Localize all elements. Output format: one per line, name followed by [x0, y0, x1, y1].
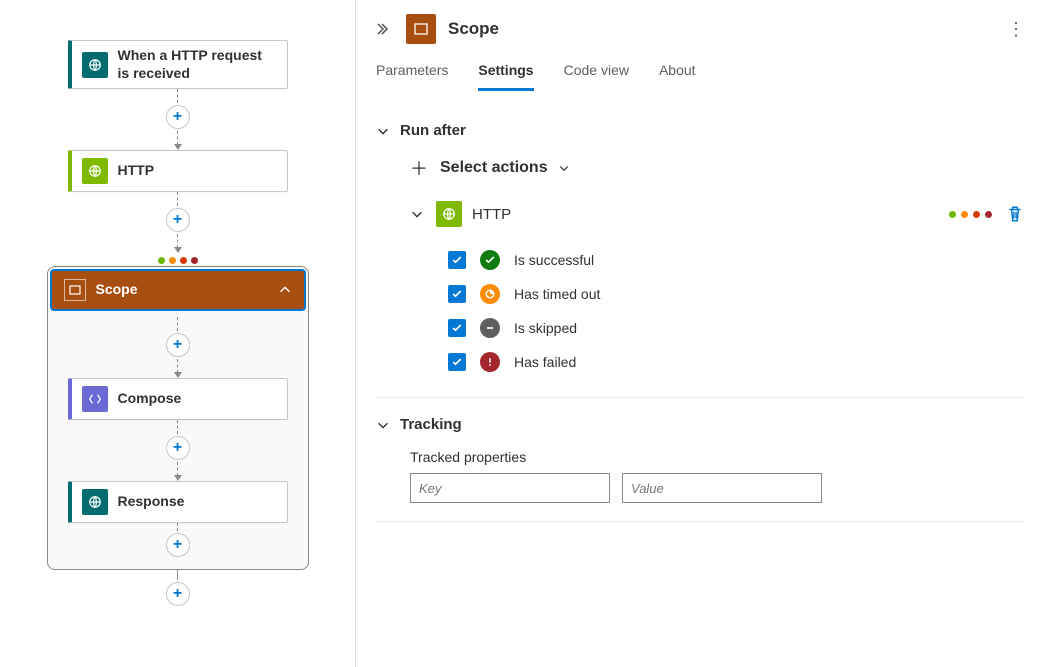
delete-icon[interactable]: [1006, 205, 1024, 223]
checkbox-checked[interactable]: [448, 251, 466, 269]
action-name: HTTP: [472, 206, 511, 223]
node-http-trigger[interactable]: When a HTTP request is received: [68, 40, 288, 89]
cond-label: Is successful: [514, 252, 594, 268]
tracked-value-input[interactable]: [622, 473, 822, 503]
add-step-button[interactable]: +: [166, 533, 190, 557]
node-label: Compose: [118, 390, 182, 408]
runafter-action-http[interactable]: HTTP: [410, 195, 1024, 233]
response-icon: [82, 489, 108, 515]
add-step-button[interactable]: +: [166, 208, 190, 232]
more-menu-icon[interactable]: ⋮: [1007, 19, 1024, 40]
cond-label: Is skipped: [514, 320, 577, 336]
section-title: Run after: [400, 122, 466, 139]
scope-header[interactable]: Scope: [50, 269, 306, 311]
connector: +: [166, 89, 190, 150]
connector: +: [166, 523, 190, 559]
designer-canvas: When a HTTP request is received + HTTP +…: [0, 0, 356, 667]
chevron-down-icon: [376, 418, 390, 432]
add-step-button[interactable]: +: [166, 333, 190, 357]
success-icon: [480, 250, 500, 270]
panel-tabs: Parameters Settings Code view About: [356, 56, 1044, 92]
runafter-dots-icon: [949, 211, 992, 218]
connector: +: [166, 420, 190, 481]
node-compose[interactable]: Compose: [68, 378, 288, 420]
checkbox-checked[interactable]: [448, 319, 466, 337]
section-runafter: Run after ＋ Select actions HTTP: [376, 104, 1024, 398]
checkbox-checked[interactable]: [448, 285, 466, 303]
scope-label: Scope: [96, 281, 138, 299]
section-header-runafter[interactable]: Run after: [376, 122, 1024, 139]
scope-icon: [64, 279, 86, 301]
plus-icon: ＋: [410, 155, 428, 181]
scope-icon: [406, 14, 436, 44]
panel-body: Run after ＋ Select actions HTTP: [356, 92, 1044, 667]
runafter-dots-icon: [158, 257, 198, 264]
details-panel: Scope ⋮ Parameters Settings Code view Ab…: [356, 0, 1044, 667]
connector: +: [166, 192, 190, 253]
chevron-down-icon: [558, 162, 570, 174]
tab-parameters[interactable]: Parameters: [376, 56, 448, 91]
http-icon: [436, 201, 462, 227]
tracked-key-input[interactable]: [410, 473, 610, 503]
scope-container: Scope + Compose + Res: [47, 266, 309, 570]
tab-about[interactable]: About: [659, 56, 696, 91]
chevron-down-icon: [376, 124, 390, 138]
failed-icon: [480, 352, 500, 372]
compose-icon: [82, 386, 108, 412]
connector: +: [166, 317, 190, 378]
tab-settings[interactable]: Settings: [478, 56, 533, 91]
panel-title: Scope: [448, 19, 499, 39]
section-tracking: Tracking Tracked properties: [376, 398, 1024, 522]
cond-success[interactable]: Is successful: [448, 243, 1024, 277]
http-icon: [82, 158, 108, 184]
cond-failed[interactable]: Has failed: [448, 345, 1024, 379]
node-label: When a HTTP request is received: [118, 47, 277, 82]
cond-timeout[interactable]: Has timed out: [448, 277, 1024, 311]
connector: +: [166, 570, 190, 608]
chevron-down-icon: [410, 207, 424, 221]
checkbox-checked[interactable]: [448, 353, 466, 371]
add-step-button[interactable]: +: [166, 105, 190, 129]
tracked-properties: Tracked properties: [410, 449, 1024, 503]
tracked-properties-label: Tracked properties: [410, 449, 1024, 465]
http-trigger-icon: [82, 52, 108, 78]
add-step-button[interactable]: +: [166, 582, 190, 606]
tab-codeview[interactable]: Code view: [564, 56, 629, 91]
skipped-icon: [480, 318, 500, 338]
panel-header: Scope ⋮: [356, 0, 1044, 56]
runafter-conditions: Is successful Has timed out: [448, 243, 1024, 379]
chevron-up-icon: [278, 283, 292, 297]
node-label: Response: [118, 493, 185, 511]
expand-icon[interactable]: [376, 21, 392, 37]
node-http[interactable]: HTTP: [68, 150, 288, 192]
add-step-button[interactable]: +: [166, 436, 190, 460]
cond-skipped[interactable]: Is skipped: [448, 311, 1024, 345]
cond-label: Has failed: [514, 354, 576, 370]
timeout-icon: [480, 284, 500, 304]
section-title: Tracking: [400, 416, 462, 433]
node-response[interactable]: Response: [68, 481, 288, 523]
cond-label: Has timed out: [514, 286, 600, 302]
node-label: HTTP: [118, 162, 155, 180]
section-header-tracking[interactable]: Tracking: [376, 416, 1024, 433]
select-actions-button[interactable]: ＋ Select actions: [410, 155, 1024, 181]
select-actions-label: Select actions: [440, 159, 548, 177]
